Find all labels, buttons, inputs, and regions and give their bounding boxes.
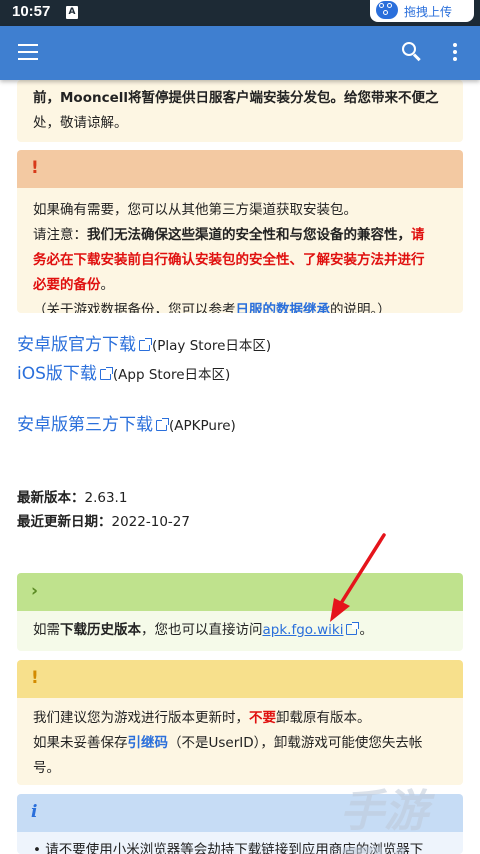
external-link-icon xyxy=(346,622,360,635)
apk-fgo-wiki-link[interactable]: apk.fgo.wiki xyxy=(263,622,344,638)
watermark-logo: 手游TV xyxy=(340,786,428,854)
hamburger-icon[interactable] xyxy=(18,44,38,60)
warning-box: ! 如果确有需要，您可以从其他第三方渠道获取安装包。 请注意：我们无法确保这些渠… xyxy=(17,150,463,313)
warning-line-2: 请注意：我们无法确保这些渠道的安全性和与您设备的兼容性，请 xyxy=(33,227,425,243)
android-official-note: (Play Store日本区) xyxy=(152,338,272,354)
ios-download[interactable]: iOS版下载 (App Store日本区) xyxy=(17,359,230,384)
status-time: 10:57 xyxy=(12,3,51,20)
exclamation-icon: ! xyxy=(31,158,39,178)
notice-line-2: 处，敬请谅解。 xyxy=(33,115,128,131)
data-inherit-link[interactable]: 日服的数据继承 xyxy=(236,302,331,313)
notification-icon: A xyxy=(66,6,78,19)
transfer-code-link[interactable]: 引继码 xyxy=(128,735,169,751)
cloud-icon xyxy=(376,1,398,19)
status-bar: 10:57 A 拖拽上传 xyxy=(0,0,480,26)
update-box: ! 我们建议您为游戏进行版本更新时，不要卸载原有版本。 如果未妥善保存引继码（不… xyxy=(17,660,463,785)
warning-box-header: ! xyxy=(17,150,463,188)
app-bar xyxy=(0,26,480,80)
external-link-icon xyxy=(99,367,113,380)
update-line-2: 如果未妥善保存引继码（不是UserID），卸载游戏可能使您失去帐 xyxy=(33,735,423,751)
last-updated: 最近更新日期：2022-10-27 xyxy=(17,514,190,530)
drag-upload-button[interactable]: 拖拽上传 xyxy=(370,0,474,22)
warning-line-1: 如果确有需要，您可以从其他第三方渠道获取安装包。 xyxy=(33,202,357,218)
android-official-download[interactable]: 安卓版官方下载 (Play Store日本区) xyxy=(17,330,271,355)
ios-note: (App Store日本区) xyxy=(112,367,231,383)
chevron-right-icon: › xyxy=(31,581,39,601)
warning-line-4: 必要的备份。 xyxy=(33,277,114,293)
exclamation-icon: ! xyxy=(31,668,39,688)
update-box-header: ! xyxy=(17,660,463,698)
external-link-icon xyxy=(156,418,169,431)
ios-link[interactable]: iOS版下载 xyxy=(17,364,97,384)
external-link-icon xyxy=(139,338,152,351)
info-icon: i xyxy=(31,802,38,822)
history-box-header: › xyxy=(17,573,463,611)
history-box: › 如需下载历史版本，您也可以直接访问apk.fgo.wiki。 xyxy=(17,573,463,651)
update-line-1: 我们建议您为游戏进行版本更新时，不要卸载原有版本。 xyxy=(33,710,371,726)
warning-line-5: （关于游戏数据备份，您可以参考日服的数据继承的说明。） xyxy=(33,298,447,313)
latest-version: 最新版本：2.63.1 xyxy=(17,490,128,506)
android-third-party-download[interactable]: 安卓版第三方下载 (APKPure) xyxy=(17,410,236,435)
warning-line-3: 务必在下载安装前自行确认安装包的安全性、了解安装方法并进行 xyxy=(33,252,425,268)
drag-upload-label: 拖拽上传 xyxy=(404,5,453,19)
android-official-link[interactable]: 安卓版官方下载 xyxy=(17,335,136,355)
android-third-party-link[interactable]: 安卓版第三方下载 xyxy=(17,415,153,435)
more-vert-icon[interactable] xyxy=(452,43,458,63)
notice-box: 前，Mooncell将暂停提供日服客户端安装分发包。给您带来不便之 处，敬请谅解… xyxy=(17,80,463,142)
notice-line-1: 前，Mooncell将暂停提供日服客户端安装分发包。给您带来不便之 xyxy=(33,90,439,106)
android-third-party-note: (APKPure) xyxy=(169,418,236,434)
history-line: 如需下载历史版本，您也可以直接访问apk.fgo.wiki。 xyxy=(33,622,373,638)
search-icon[interactable] xyxy=(402,42,422,62)
